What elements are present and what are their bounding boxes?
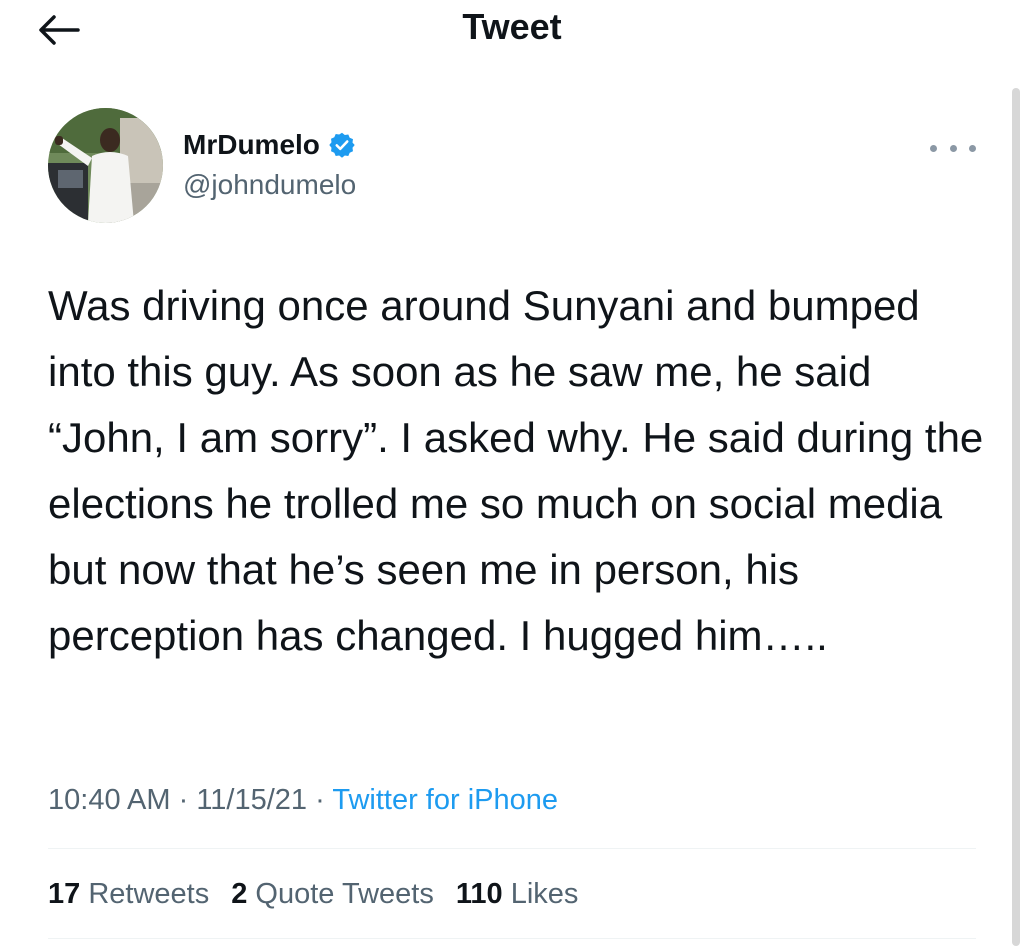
quote-tweets-label: Quote Tweets bbox=[255, 878, 434, 910]
engagement-stats: 17 Retweets 2 Quote Tweets 110 Likes bbox=[48, 875, 578, 913]
likes-stat[interactable]: 110 Likes bbox=[456, 875, 579, 913]
retweets-count: 17 bbox=[48, 878, 81, 910]
tweet-metadata: 10:40 AM · 11/15/21 · Twitter for iPhone bbox=[48, 781, 558, 819]
more-dot-icon bbox=[949, 144, 957, 152]
likes-label: Likes bbox=[510, 878, 579, 910]
quote-tweets-count: 2 bbox=[231, 878, 248, 910]
tweet-text: Was driving once around Sunyani and bump… bbox=[48, 282, 984, 659]
quote-tweets-stat[interactable]: 2 Quote Tweets bbox=[231, 875, 434, 913]
top-bar: Tweet bbox=[0, 0, 1024, 60]
page-title: Tweet bbox=[462, 6, 562, 47]
likes-count: 110 bbox=[455, 878, 503, 910]
divider bbox=[48, 848, 976, 849]
more-options-button[interactable] bbox=[930, 136, 976, 160]
meta-separator: · bbox=[315, 784, 325, 816]
profile-photo bbox=[48, 108, 163, 223]
tweet-time[interactable]: 10:40 AM bbox=[48, 784, 171, 816]
more-dot-icon bbox=[969, 144, 976, 152]
retweets-label: Retweets bbox=[88, 878, 210, 910]
retweets-stat[interactable]: 17 Retweets bbox=[48, 875, 209, 913]
tweet-source[interactable]: Twitter for iPhone bbox=[332, 784, 558, 816]
author-name-row[interactable]: MrDumelo bbox=[183, 128, 356, 162]
author-handle[interactable]: @johndumelo bbox=[183, 168, 356, 202]
scrollbar[interactable] bbox=[1012, 88, 1020, 946]
avatar[interactable] bbox=[48, 108, 163, 223]
more-dot-icon bbox=[930, 144, 937, 152]
divider bbox=[48, 938, 976, 939]
verified-badge-icon bbox=[329, 132, 355, 158]
display-name[interactable]: MrDumelo bbox=[183, 128, 320, 162]
tweet-date[interactable]: 11/15/21 bbox=[196, 784, 307, 816]
meta-separator: · bbox=[178, 784, 189, 816]
